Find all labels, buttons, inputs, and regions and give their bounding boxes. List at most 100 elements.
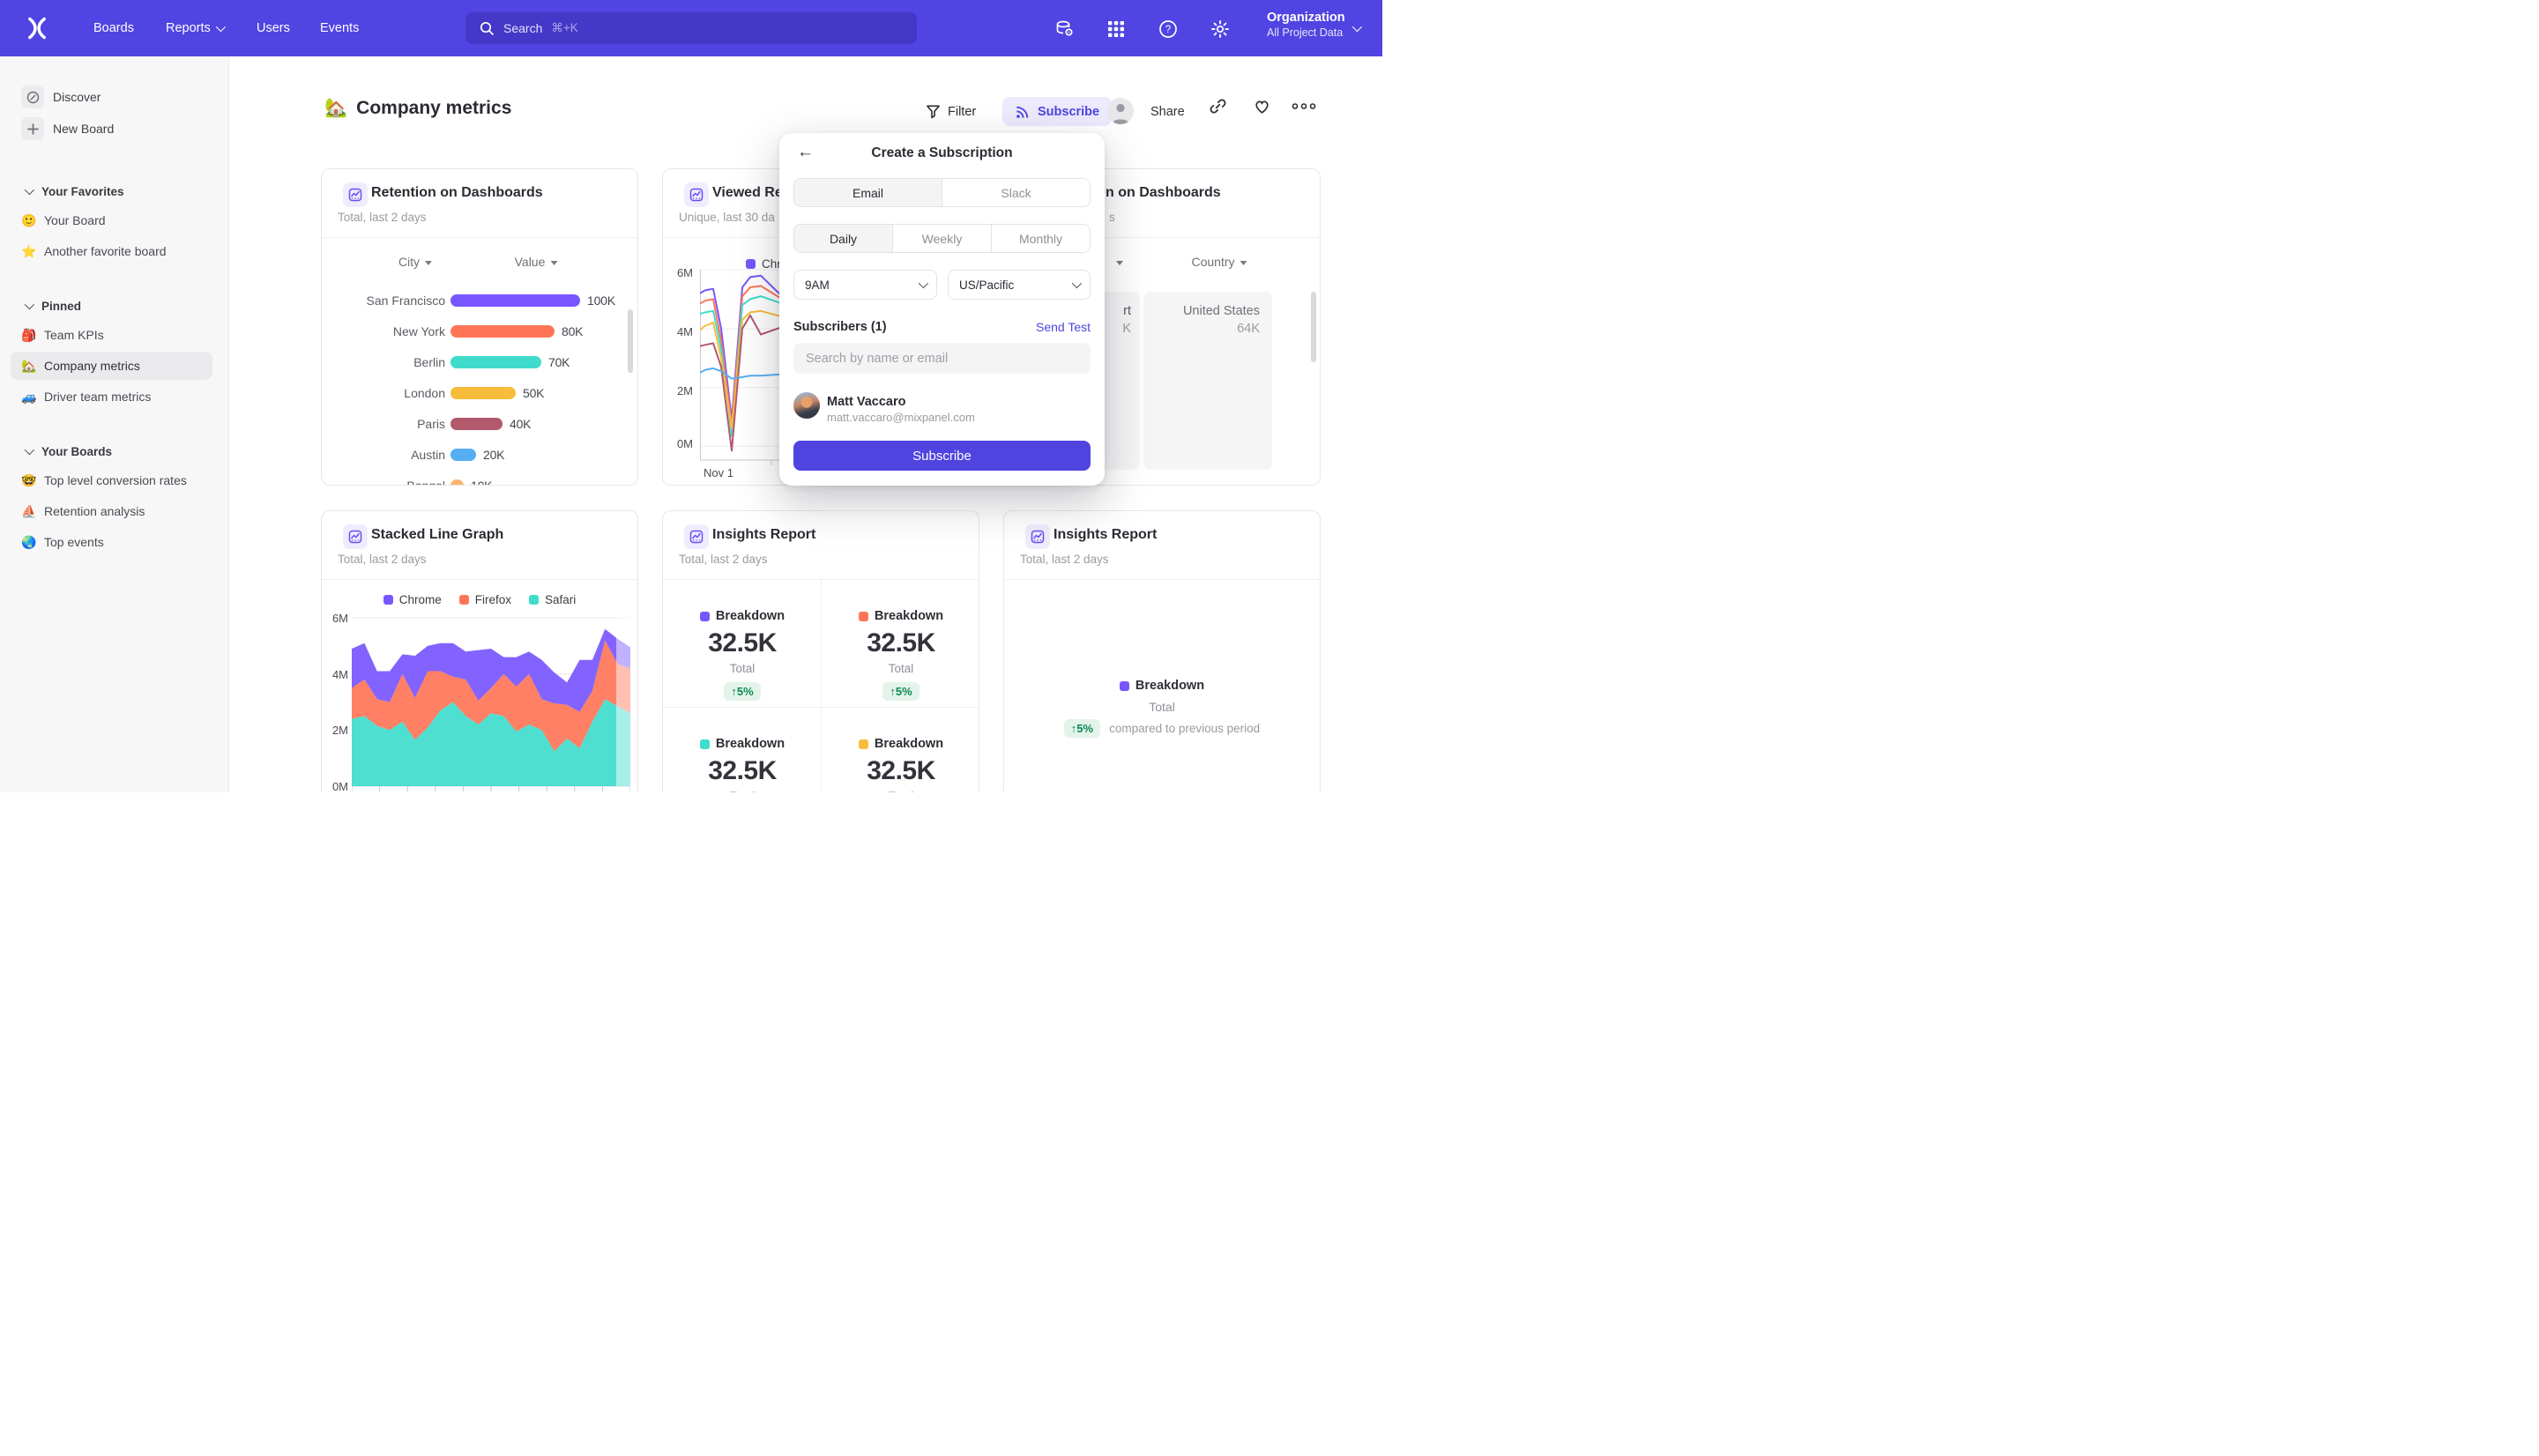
card-title[interactable]: Insights Report [1054, 527, 1157, 543]
metric-block: Breakdown Total ↑5% compared to previous… [1004, 679, 1320, 738]
share-button[interactable]: Share [1150, 97, 1185, 126]
card-scrollbar[interactable] [628, 309, 633, 373]
timezone-select-value: US/Pacific [959, 279, 1014, 292]
mixpanel-logo-icon[interactable] [25, 16, 49, 41]
legend-label: Chrome [399, 593, 442, 606]
row-value-bar [450, 294, 580, 307]
nav-item-reports[interactable]: Reports [166, 0, 223, 56]
sidebar-item-retention-analysis[interactable]: ⛵Retention analysis [11, 497, 212, 525]
sidebar-item-another-favorite-board[interactable]: ⭐Another favorite board [11, 237, 212, 265]
subscriber-search-input[interactable] [793, 343, 1091, 374]
tab-weekly[interactable]: Weekly [892, 225, 991, 252]
modal-title: Create a Subscription [779, 145, 1105, 161]
apps-grid-icon[interactable] [1106, 19, 1127, 40]
global-search-input[interactable]: Search ⌘+K [465, 12, 917, 44]
table-row[interactable]: San Francisco100K [322, 286, 638, 316]
column-header-city[interactable]: City [398, 255, 432, 269]
favorite-heart-icon[interactable] [1253, 97, 1271, 115]
filter-button[interactable]: Filter [926, 97, 976, 126]
nav-item-reports-label: Reports [166, 21, 211, 35]
sidebar-item-company-metrics[interactable]: 🏡Company metrics [11, 352, 212, 380]
card-scrollbar[interactable] [1311, 292, 1316, 362]
subscribe-submit-button[interactable]: Subscribe [793, 441, 1091, 471]
row-value-label: 50K [523, 386, 544, 400]
metric-sub-label: Total [889, 662, 914, 675]
card-title[interactable]: n on Dashboards [1106, 185, 1221, 201]
copy-link-icon[interactable] [1209, 97, 1227, 115]
tab-daily[interactable]: Daily [794, 225, 892, 252]
table-cell-country[interactable]: United States 64K [1143, 292, 1272, 470]
sidebar-section-your-favorites[interactable]: Your Favorites [0, 181, 228, 202]
card-title[interactable]: Viewed Re [712, 185, 783, 201]
user-avatar[interactable] [1107, 98, 1134, 124]
tab-slack[interactable]: Slack [942, 179, 1090, 206]
metric-quadrant[interactable]: Breakdown32.5KTotal↑5% [822, 579, 979, 707]
card-subtitle: s [1109, 211, 1115, 224]
column-header-country[interactable]: Country [1191, 255, 1247, 269]
sidebar-item-top-events[interactable]: 🌏Top events [11, 528, 212, 556]
org-switcher[interactable]: Organization All Project Data [1267, 11, 1345, 39]
column-header-value[interactable]: Value [515, 255, 558, 269]
legend-item-firefox[interactable]: Firefox [459, 593, 511, 606]
nav-item-users[interactable]: Users [257, 0, 290, 56]
legend-swatch [859, 612, 868, 621]
sidebar-item-label: Top events [44, 535, 104, 549]
card-subtitle: Total, last 2 days [338, 211, 427, 224]
sidebar-item-discover[interactable]: Discover [0, 85, 228, 109]
cell-text: 64K [1143, 322, 1260, 336]
tab-monthly[interactable]: Monthly [991, 225, 1090, 252]
table-row[interactable]: Bangal10K [322, 471, 638, 486]
settings-gear-icon[interactable] [1210, 19, 1231, 40]
sidebar-section-your-boards[interactable]: Your Boards [0, 441, 228, 462]
metric-quadrant[interactable]: Breakdown32.5KTotal [822, 707, 979, 792]
chevron-down-icon [919, 279, 928, 288]
sidebar-item-your-board[interactable]: 🙂Your Board [11, 206, 212, 234]
card-header: Insights Report Total, last 2 days [1004, 511, 1320, 580]
table-row[interactable]: New York80K [322, 316, 638, 347]
table-row[interactable]: Paris40K [322, 409, 638, 440]
row-value-label: 40K [510, 417, 531, 431]
metric-value: 32.5K [708, 628, 777, 658]
sidebar-item-new-board[interactable]: New Board [0, 116, 228, 141]
sidebar-item-team-kpis[interactable]: 🎒Team KPIs [11, 321, 212, 349]
nav-item-boards[interactable]: Boards [93, 0, 134, 56]
legend-swatch [700, 739, 710, 749]
data-management-icon[interactable] [1054, 19, 1076, 40]
stacked-area-chart[interactable] [352, 610, 630, 792]
card-stacked-line-graph: Stacked Line Graph Total, last 2 days Ch… [321, 510, 638, 792]
sidebar-section-pinned[interactable]: Pinned [0, 295, 228, 316]
more-options-icon[interactable] [1290, 97, 1318, 115]
card-title[interactable]: Insights Report [712, 527, 815, 543]
card-title[interactable]: Retention on Dashboards [371, 185, 543, 201]
row-value-label: 10K [471, 479, 492, 486]
help-icon[interactable]: ? [1158, 19, 1179, 40]
sidebar-item-driver-team-metrics[interactable]: 🚙Driver team metrics [11, 383, 212, 411]
legend-item-chrome[interactable]: Chrome [383, 593, 442, 606]
card-header: Insights Report Total, last 2 days [663, 511, 979, 580]
table-row[interactable]: London50K [322, 378, 638, 409]
subscribe-button[interactable]: Subscribe [1002, 97, 1112, 126]
legend-swatch [383, 595, 393, 605]
card-insights-report-grid: Insights Report Total, last 2 days Break… [662, 510, 979, 792]
metric-quadrant[interactable]: Breakdown32.5KTotal↑5% [663, 579, 822, 707]
card-title[interactable]: Stacked Line Graph [371, 527, 503, 543]
metric-legend[interactable]: Breakdown [1120, 679, 1204, 693]
nav-item-events[interactable]: Events [320, 0, 359, 56]
row-city-label: Berlin [322, 355, 445, 369]
timezone-select[interactable]: US/Pacific [948, 270, 1091, 300]
tab-email[interactable]: Email [794, 179, 942, 206]
table-row[interactable]: Austin20K [322, 440, 638, 471]
card-subtitle: Unique, last 30 da [679, 211, 775, 224]
nav-item-users-label: Users [257, 21, 290, 35]
legend-item-safari[interactable]: Safari [529, 593, 576, 606]
card-header: Retention on Dashboards Total, last 2 da… [322, 169, 637, 238]
column-header-hidden[interactable] [1111, 255, 1123, 269]
row-value-bar [450, 479, 464, 486]
row-value-label: 100K [587, 293, 615, 308]
table-row[interactable]: Berlin70K [322, 347, 638, 378]
send-test-link[interactable]: Send Test [1036, 320, 1091, 334]
y-axis-label: 0M [666, 437, 693, 450]
sidebar-item-top-level-conversion-rates[interactable]: 🤓Top level conversion rates [11, 466, 212, 494]
metric-quadrant[interactable]: Breakdown32.5KTotal [663, 707, 822, 792]
time-select[interactable]: 9AM [793, 270, 937, 300]
